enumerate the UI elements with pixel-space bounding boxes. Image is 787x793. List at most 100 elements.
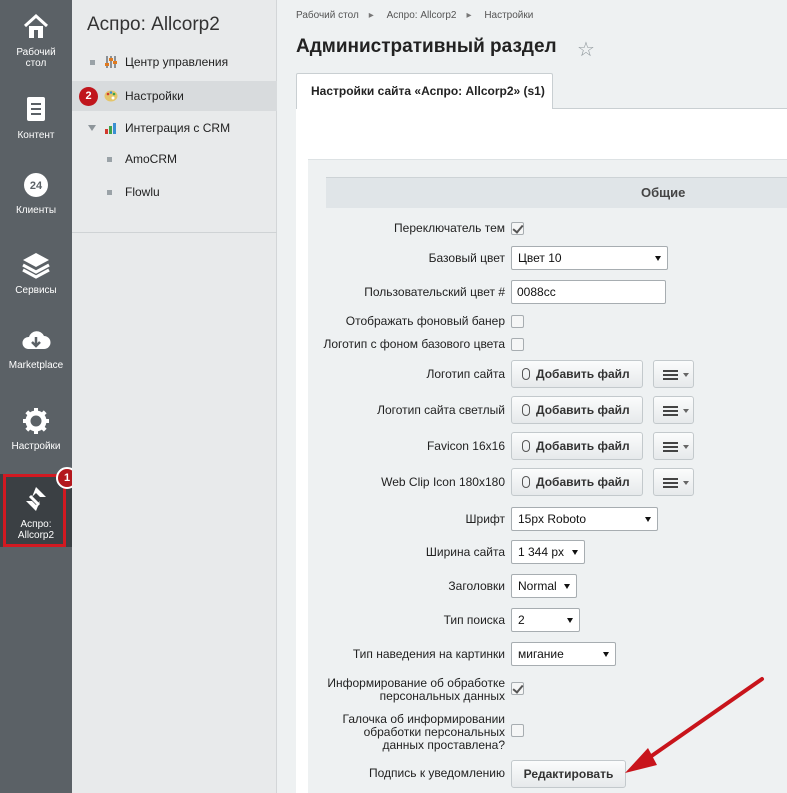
rail-label: стол xyxy=(25,58,47,69)
webclip-menu-button[interactable] xyxy=(653,468,694,496)
theme-switch-checkbox[interactable] xyxy=(511,222,524,235)
pd-check-checkbox[interactable] xyxy=(511,724,524,737)
chart-icon xyxy=(105,123,116,134)
rail-label: Контент xyxy=(17,130,55,141)
caret-down-icon xyxy=(683,445,689,449)
webclip-add-file-button[interactable]: Добавить файл xyxy=(511,468,643,496)
menu-item-label: AmoCRM xyxy=(125,152,178,166)
menu-item-crm[interactable]: Интеграция с CRM xyxy=(72,113,277,143)
highlight-frame xyxy=(3,474,66,547)
gear-icon xyxy=(23,408,49,434)
width-select[interactable]: 1 344 px xyxy=(511,540,585,564)
menu-item-amocrm[interactable]: AmoCRM xyxy=(72,144,277,174)
menu-item-label: Flowlu xyxy=(125,185,160,199)
search-type-value: 2 xyxy=(518,613,525,627)
menu-item-flowlu[interactable]: Flowlu xyxy=(72,177,277,207)
logo-light-label: Логотип сайта светлый xyxy=(377,403,505,417)
favicon-add-file-button[interactable]: Добавить файл xyxy=(511,432,643,460)
paperclip-icon xyxy=(522,368,530,380)
pd-info-line: персональных данных xyxy=(379,689,505,703)
rail-item-desktop[interactable]: Рабочий стол xyxy=(0,12,72,69)
caret-down-icon xyxy=(564,584,570,589)
menu-divider xyxy=(72,232,277,233)
notice-label: Подпись к уведомлению xyxy=(369,766,505,780)
pd-check-line: Галочка об информировании xyxy=(342,712,506,726)
pd-info-checkbox[interactable] xyxy=(511,682,524,695)
rail-item-clients[interactable]: 24 Клиенты xyxy=(0,170,72,216)
caret-down-icon xyxy=(603,652,609,657)
rail-label: Рабочий xyxy=(16,47,56,58)
search-type-select[interactable]: 2 xyxy=(511,608,580,632)
home-icon xyxy=(23,13,49,38)
chevron-down-icon[interactable] xyxy=(88,125,96,131)
hover-type-value: мигание xyxy=(518,647,564,661)
menu-item-settings[interactable]: Настройки xyxy=(72,81,277,111)
rail-item-content[interactable]: Контент xyxy=(0,95,72,141)
hamburger-icon xyxy=(663,478,678,480)
hamburger-icon xyxy=(663,406,678,408)
bullet-icon xyxy=(90,60,95,65)
menu-item-control-center[interactable]: Центр управления xyxy=(72,47,277,77)
bullet-icon xyxy=(107,190,112,195)
menu-item-label: Настройки xyxy=(125,89,184,103)
headings-select[interactable]: Normal xyxy=(511,574,577,598)
hamburger-icon xyxy=(663,370,678,372)
base-color-label: Базовый цвет xyxy=(428,251,505,265)
hover-type-select[interactable]: мигание xyxy=(511,642,616,666)
logo-light-menu-button[interactable] xyxy=(653,396,694,424)
caret-down-icon xyxy=(683,373,689,377)
caret-down-icon xyxy=(683,409,689,413)
palette-icon xyxy=(104,90,118,102)
paperclip-icon xyxy=(522,440,530,452)
pd-check-label: Галочка об информировании обработки перс… xyxy=(343,713,506,752)
sliders-icon xyxy=(105,56,117,68)
add-file-label: Добавить файл xyxy=(536,367,630,381)
edit-button[interactable]: Редактировать xyxy=(511,760,626,788)
favicon-menu-button[interactable] xyxy=(653,432,694,460)
font-label: Шрифт xyxy=(465,512,505,526)
logo-bg-checkbox[interactable] xyxy=(511,338,524,351)
clients-24-icon: 24 xyxy=(24,173,48,197)
left-rail: Рабочий стол Контент 24 Клиенты Сервисы … xyxy=(0,0,78,793)
menu-title: Аспро: Allcorp2 xyxy=(87,14,220,35)
paperclip-icon xyxy=(522,404,530,416)
pd-info-label: Информирование об обработке персональных… xyxy=(327,677,505,703)
custom-color-label: Пользовательский цвет # xyxy=(364,285,505,299)
logo-label: Логотип сайта xyxy=(426,367,505,381)
logo-bg-label: Логотип с фоном базового цвета xyxy=(323,337,505,351)
rail-item-settings[interactable]: Настройки xyxy=(0,406,72,452)
logo-menu-button[interactable] xyxy=(653,360,694,388)
settings-form: Переключатель тем Базовый цвет Цвет 10 П… xyxy=(277,0,787,793)
rail-label: Клиенты xyxy=(15,205,57,216)
bg-banner-checkbox[interactable] xyxy=(511,315,524,328)
width-label: Ширина сайта xyxy=(425,545,505,559)
rail-label: Настройки xyxy=(11,441,61,452)
caret-down-icon xyxy=(572,550,578,555)
add-file-label: Добавить файл xyxy=(536,439,630,453)
base-color-select[interactable]: Цвет 10 xyxy=(511,246,668,270)
hover-type-label: Тип наведения на картинки xyxy=(352,647,505,661)
webclip-label: Web Clip Icon 180x180 xyxy=(381,475,505,489)
font-value: 15px Roboto xyxy=(518,512,587,526)
logo-light-add-file-button[interactable]: Добавить файл xyxy=(511,396,643,424)
menu-item-label: Центр управления xyxy=(125,55,229,69)
rail-label: Сервисы xyxy=(15,285,57,296)
caret-down-icon xyxy=(567,618,573,623)
rail-label: Marketplace xyxy=(8,360,64,371)
custom-color-input[interactable]: 0088cc xyxy=(511,280,666,304)
caret-down-icon xyxy=(683,481,689,485)
add-file-label: Добавить файл xyxy=(536,403,630,417)
search-type-label: Тип поиска xyxy=(443,613,505,627)
bg-banner-label: Отображать фоновый банер xyxy=(345,314,505,328)
font-select[interactable]: 15px Roboto xyxy=(511,507,658,531)
rail-item-services[interactable]: Сервисы xyxy=(0,250,72,296)
layers-icon xyxy=(22,253,50,279)
paperclip-icon xyxy=(522,476,530,488)
section-menu: Аспро: Allcorp2 Центр управления Настрой… xyxy=(72,0,277,793)
rail-item-marketplace[interactable]: Marketplace xyxy=(0,325,72,371)
theme-switch-label: Переключатель тем xyxy=(394,221,505,235)
add-file-label: Добавить файл xyxy=(536,475,630,489)
hamburger-icon xyxy=(663,442,678,444)
logo-add-file-button[interactable]: Добавить файл xyxy=(511,360,643,388)
favicon-label: Favicon 16x16 xyxy=(426,439,505,453)
